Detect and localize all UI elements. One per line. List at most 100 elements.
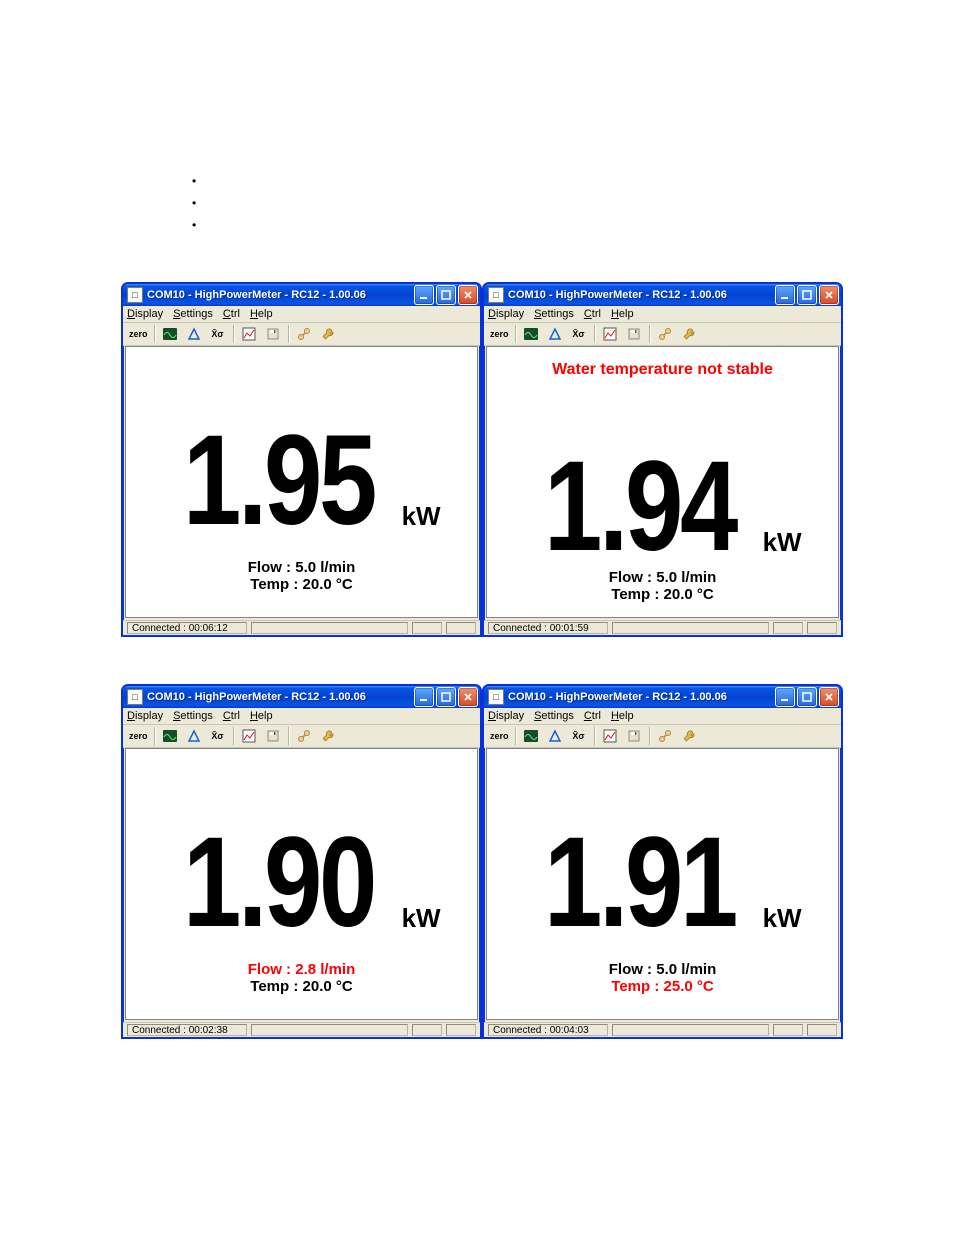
chart-button[interactable] (238, 727, 260, 745)
connect-icon[interactable] (293, 325, 315, 343)
power-value: 1.94 (544, 451, 735, 564)
chart-button[interactable] (599, 727, 621, 745)
triangle-button[interactable] (544, 727, 566, 745)
titlebar[interactable]: □ COM10 - HighPowerMeter - RC12 - 1.00.0… (123, 284, 480, 306)
maximize-button[interactable] (436, 687, 456, 707)
menubar: Display Settings Ctrl Help (123, 708, 480, 725)
connect-icon[interactable] (654, 325, 676, 343)
client-area: 1.91 kW Flow : 5.0 l/min Temp : 25.0 °C (486, 748, 839, 1020)
app-window: □ COM10 - HighPowerMeter - RC12 - 1.00.0… (482, 282, 843, 637)
scope-button[interactable] (520, 727, 542, 745)
menubar: Display Settings Ctrl Help (484, 708, 841, 725)
menu-ctrl[interactable]: Ctrl (584, 308, 601, 320)
save-button[interactable] (262, 325, 284, 343)
menu-display[interactable]: Display (488, 308, 524, 320)
triangle-button[interactable] (544, 325, 566, 343)
menu-display[interactable]: Display (127, 710, 163, 722)
toolbar: zero X̄σ (484, 323, 841, 346)
menu-display[interactable]: Display (127, 308, 163, 320)
scope-button[interactable] (159, 727, 181, 745)
status-connected: Connected : 00:06:12 (127, 622, 247, 634)
minimize-button[interactable] (414, 285, 434, 305)
triangle-button[interactable] (183, 727, 205, 745)
wrench-icon[interactable] (317, 325, 339, 343)
status-cell (807, 622, 837, 634)
menu-settings[interactable]: Settings (534, 308, 574, 320)
toolbar-separator (649, 727, 650, 745)
status-spacer (251, 622, 408, 634)
menu-ctrl[interactable]: Ctrl (223, 710, 240, 722)
maximize-button[interactable] (797, 687, 817, 707)
temp-reading: Temp : 20.0 °C (126, 576, 477, 593)
save-button[interactable] (623, 727, 645, 745)
menu-display[interactable]: Display (488, 710, 524, 722)
titlebar[interactable]: □ COM10 - HighPowerMeter - RC12 - 1.00.0… (484, 686, 841, 708)
app-icon: □ (127, 287, 143, 303)
statusbar: Connected : 00:02:38 (123, 1022, 480, 1037)
menu-ctrl[interactable]: Ctrl (223, 308, 240, 320)
toolbar-separator (154, 325, 155, 343)
status-connected: Connected : 00:02:38 (127, 1024, 247, 1036)
wrench-icon[interactable] (678, 727, 700, 745)
client-area: 1.95 kW Flow : 5.0 l/min Temp : 20.0 °C (125, 346, 478, 618)
toolbar: zero X̄σ (123, 323, 480, 346)
status-connected: Connected : 00:04:03 (488, 1024, 608, 1036)
stats-button[interactable]: X̄σ (568, 727, 590, 745)
connect-icon[interactable] (654, 727, 676, 745)
flow-reading: Flow : 2.8 l/min (126, 961, 477, 978)
chart-button[interactable] (238, 325, 260, 343)
stats-button[interactable]: X̄σ (207, 325, 229, 343)
toolbar: zero X̄σ (123, 725, 480, 748)
app-window: □ COM10 - HighPowerMeter - RC12 - 1.00.0… (482, 684, 843, 1039)
secondary-readout: Flow : 5.0 l/min Temp : 25.0 °C (487, 961, 838, 995)
zero-button[interactable]: zero (127, 325, 150, 343)
status-cell (773, 622, 803, 634)
toolbar-separator (515, 325, 516, 343)
bullet-item (192, 170, 206, 192)
wrench-icon[interactable] (678, 325, 700, 343)
zero-button[interactable]: zero (488, 325, 511, 343)
close-button[interactable] (819, 285, 839, 305)
menu-help[interactable]: Help (611, 710, 634, 722)
connect-icon[interactable] (293, 727, 315, 745)
toolbar-separator (515, 727, 516, 745)
triangle-button[interactable] (183, 325, 205, 343)
scope-button[interactable] (159, 325, 181, 343)
minimize-button[interactable] (775, 687, 795, 707)
wrench-icon[interactable] (317, 727, 339, 745)
status-cell (412, 1024, 442, 1036)
scope-button[interactable] (520, 325, 542, 343)
minimize-button[interactable] (775, 285, 795, 305)
menu-help[interactable]: Help (611, 308, 634, 320)
chart-button[interactable] (599, 325, 621, 343)
temp-reading: Temp : 20.0 °C (126, 978, 477, 995)
maximize-button[interactable] (797, 285, 817, 305)
client-area: Water temperature not stable 1.94 kW Flo… (486, 346, 839, 618)
menu-help[interactable]: Help (250, 710, 273, 722)
stats-button[interactable]: X̄σ (568, 325, 590, 343)
save-button[interactable] (623, 325, 645, 343)
temp-reading: Temp : 20.0 °C (487, 586, 838, 603)
close-button[interactable] (458, 285, 478, 305)
maximize-button[interactable] (436, 285, 456, 305)
statusbar: Connected : 00:04:03 (484, 1022, 841, 1037)
status-cell (807, 1024, 837, 1036)
menu-settings[interactable]: Settings (534, 710, 574, 722)
titlebar[interactable]: □ COM10 - HighPowerMeter - RC12 - 1.00.0… (484, 284, 841, 306)
menu-settings[interactable]: Settings (173, 308, 213, 320)
secondary-readout: Flow : 2.8 l/min Temp : 20.0 °C (126, 961, 477, 995)
close-button[interactable] (458, 687, 478, 707)
menu-help[interactable]: Help (250, 308, 273, 320)
minimize-button[interactable] (414, 687, 434, 707)
toolbar-separator (594, 325, 595, 343)
menu-ctrl[interactable]: Ctrl (584, 710, 601, 722)
zero-button[interactable]: zero (488, 727, 511, 745)
close-button[interactable] (819, 687, 839, 707)
toolbar-separator (649, 325, 650, 343)
save-button[interactable] (262, 727, 284, 745)
titlebar[interactable]: □ COM10 - HighPowerMeter - RC12 - 1.00.0… (123, 686, 480, 708)
stats-button[interactable]: X̄σ (207, 727, 229, 745)
zero-button[interactable]: zero (127, 727, 150, 745)
menu-settings[interactable]: Settings (173, 710, 213, 722)
app-window: □ COM10 - HighPowerMeter - RC12 - 1.00.0… (121, 684, 482, 1039)
